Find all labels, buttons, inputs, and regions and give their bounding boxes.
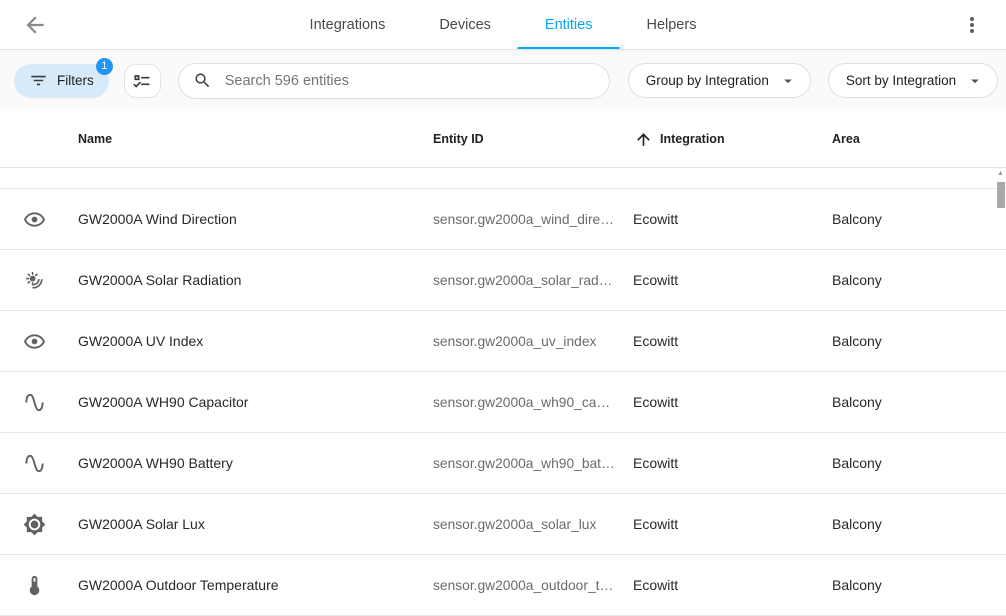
brightness-icon bbox=[23, 513, 46, 536]
entity-area: Balcony bbox=[822, 272, 1006, 288]
entity-integration: Ecowitt bbox=[633, 272, 822, 288]
table-row[interactable]: GW2000A WH90 Capacitor sensor.gw2000a_wh… bbox=[0, 372, 1006, 433]
entity-name: GW2000A Outdoor Temperature bbox=[68, 577, 433, 593]
area-column-header[interactable]: Area bbox=[822, 132, 1006, 146]
top-app-bar: IntegrationsDevicesEntitiesHelpers bbox=[0, 0, 1006, 50]
sort-ascending-icon bbox=[634, 130, 653, 149]
entity-id: sensor.gw2000a_uv_index bbox=[433, 334, 633, 349]
sort-by-label: Sort by Integration bbox=[846, 73, 956, 88]
entity-name: GW2000A WH90 Battery bbox=[68, 455, 433, 471]
entity-area: Balcony bbox=[822, 516, 1006, 532]
table-header: Name Entity ID Integration Area bbox=[0, 111, 1006, 168]
entity-id: sensor.gw2000a_solar_lux bbox=[433, 517, 633, 532]
entity-id: sensor.gw2000a_outdoor_t… bbox=[433, 578, 633, 593]
search-icon bbox=[193, 71, 212, 90]
table-row[interactable]: GW2000A Wind Direction sensor.gw2000a_wi… bbox=[0, 189, 1006, 250]
thermometer-icon bbox=[23, 574, 46, 597]
entity-table-body: GW2000A Wind Direction sensor.gw2000a_wi… bbox=[0, 189, 1006, 616]
tab-entities[interactable]: Entities bbox=[518, 0, 620, 49]
entity-id: sensor.gw2000a_wind_dire… bbox=[433, 212, 633, 227]
chevron-down-icon bbox=[966, 72, 984, 90]
entity-name: GW2000A Solar Radiation bbox=[68, 272, 433, 288]
table-row[interactable]: GW2000A WH90 Battery sensor.gw2000a_wh90… bbox=[0, 433, 1006, 494]
integration-column-label: Integration bbox=[660, 132, 725, 146]
filter-icon bbox=[29, 71, 48, 90]
sort-by-dropdown[interactable]: Sort by Integration bbox=[828, 63, 998, 98]
filter-toolbar: Filters 1 Group by Integration Sort by I… bbox=[0, 50, 1006, 111]
integration-column-header[interactable]: Integration bbox=[633, 130, 822, 149]
tab-bar: IntegrationsDevicesEntitiesHelpers bbox=[283, 0, 724, 49]
entity-name: GW2000A Solar Lux bbox=[68, 516, 433, 532]
entity-area: Balcony bbox=[822, 455, 1006, 471]
search-field[interactable] bbox=[178, 63, 610, 99]
entity-id-column-header[interactable]: Entity ID bbox=[433, 132, 633, 146]
kebab-menu-icon[interactable] bbox=[960, 13, 984, 37]
group-by-label: Group by Integration bbox=[646, 73, 769, 88]
entity-integration: Ecowitt bbox=[633, 516, 822, 532]
list-checks-icon bbox=[132, 71, 152, 91]
entity-area: Balcony bbox=[822, 211, 1006, 227]
entity-id: sensor.gw2000a_wh90_bat… bbox=[433, 456, 633, 471]
tab-integrations[interactable]: Integrations bbox=[283, 0, 413, 49]
name-column-header[interactable]: Name bbox=[68, 132, 433, 146]
entity-area: Balcony bbox=[822, 577, 1006, 593]
chevron-down-icon bbox=[779, 72, 797, 90]
entity-integration: Ecowitt bbox=[633, 333, 822, 349]
entity-name: GW2000A Wind Direction bbox=[68, 211, 433, 227]
tab-devices[interactable]: Devices bbox=[412, 0, 518, 49]
table-row[interactable]: GW2000A Outdoor Temperature sensor.gw200… bbox=[0, 555, 1006, 616]
eye-icon bbox=[23, 208, 46, 231]
entity-integration: Ecowitt bbox=[633, 394, 822, 410]
entity-id: sensor.gw2000a_wh90_ca… bbox=[433, 395, 633, 410]
filters-button[interactable]: Filters 1 bbox=[14, 64, 109, 98]
sine-wave-icon bbox=[23, 452, 46, 475]
filters-label: Filters bbox=[57, 73, 94, 88]
table-row[interactable]: GW2000A UV Index sensor.gw2000a_uv_index… bbox=[0, 311, 1006, 372]
entity-name: GW2000A WH90 Capacitor bbox=[68, 394, 433, 410]
entity-name: GW2000A UV Index bbox=[68, 333, 433, 349]
search-input[interactable] bbox=[223, 72, 595, 90]
table-row[interactable]: GW2000A Solar Lux sensor.gw2000a_solar_l… bbox=[0, 494, 1006, 555]
entity-integration: Ecowitt bbox=[633, 455, 822, 471]
scrollbar-thumb[interactable] bbox=[997, 182, 1005, 208]
eye-icon bbox=[23, 330, 46, 353]
entity-id: sensor.gw2000a_solar_rad… bbox=[433, 273, 633, 288]
filters-badge: 1 bbox=[96, 58, 113, 75]
column-settings-button[interactable] bbox=[124, 64, 161, 98]
group-by-dropdown[interactable]: Group by Integration bbox=[628, 63, 811, 98]
entity-area: Balcony bbox=[822, 333, 1006, 349]
partial-row bbox=[0, 168, 1006, 189]
tab-helpers[interactable]: Helpers bbox=[619, 0, 723, 49]
entity-integration: Ecowitt bbox=[633, 211, 822, 227]
entity-area: Balcony bbox=[822, 394, 1006, 410]
sine-wave-icon bbox=[23, 391, 46, 414]
back-arrow-icon[interactable] bbox=[22, 12, 48, 38]
scroll-up-icon[interactable]: ▲ bbox=[997, 170, 1004, 177]
table-row[interactable]: GW2000A Solar Radiation sensor.gw2000a_s… bbox=[0, 250, 1006, 311]
sun-wireless-icon bbox=[23, 269, 46, 292]
vertical-scrollbar[interactable]: ▲ bbox=[995, 166, 1006, 611]
entity-integration: Ecowitt bbox=[633, 577, 822, 593]
